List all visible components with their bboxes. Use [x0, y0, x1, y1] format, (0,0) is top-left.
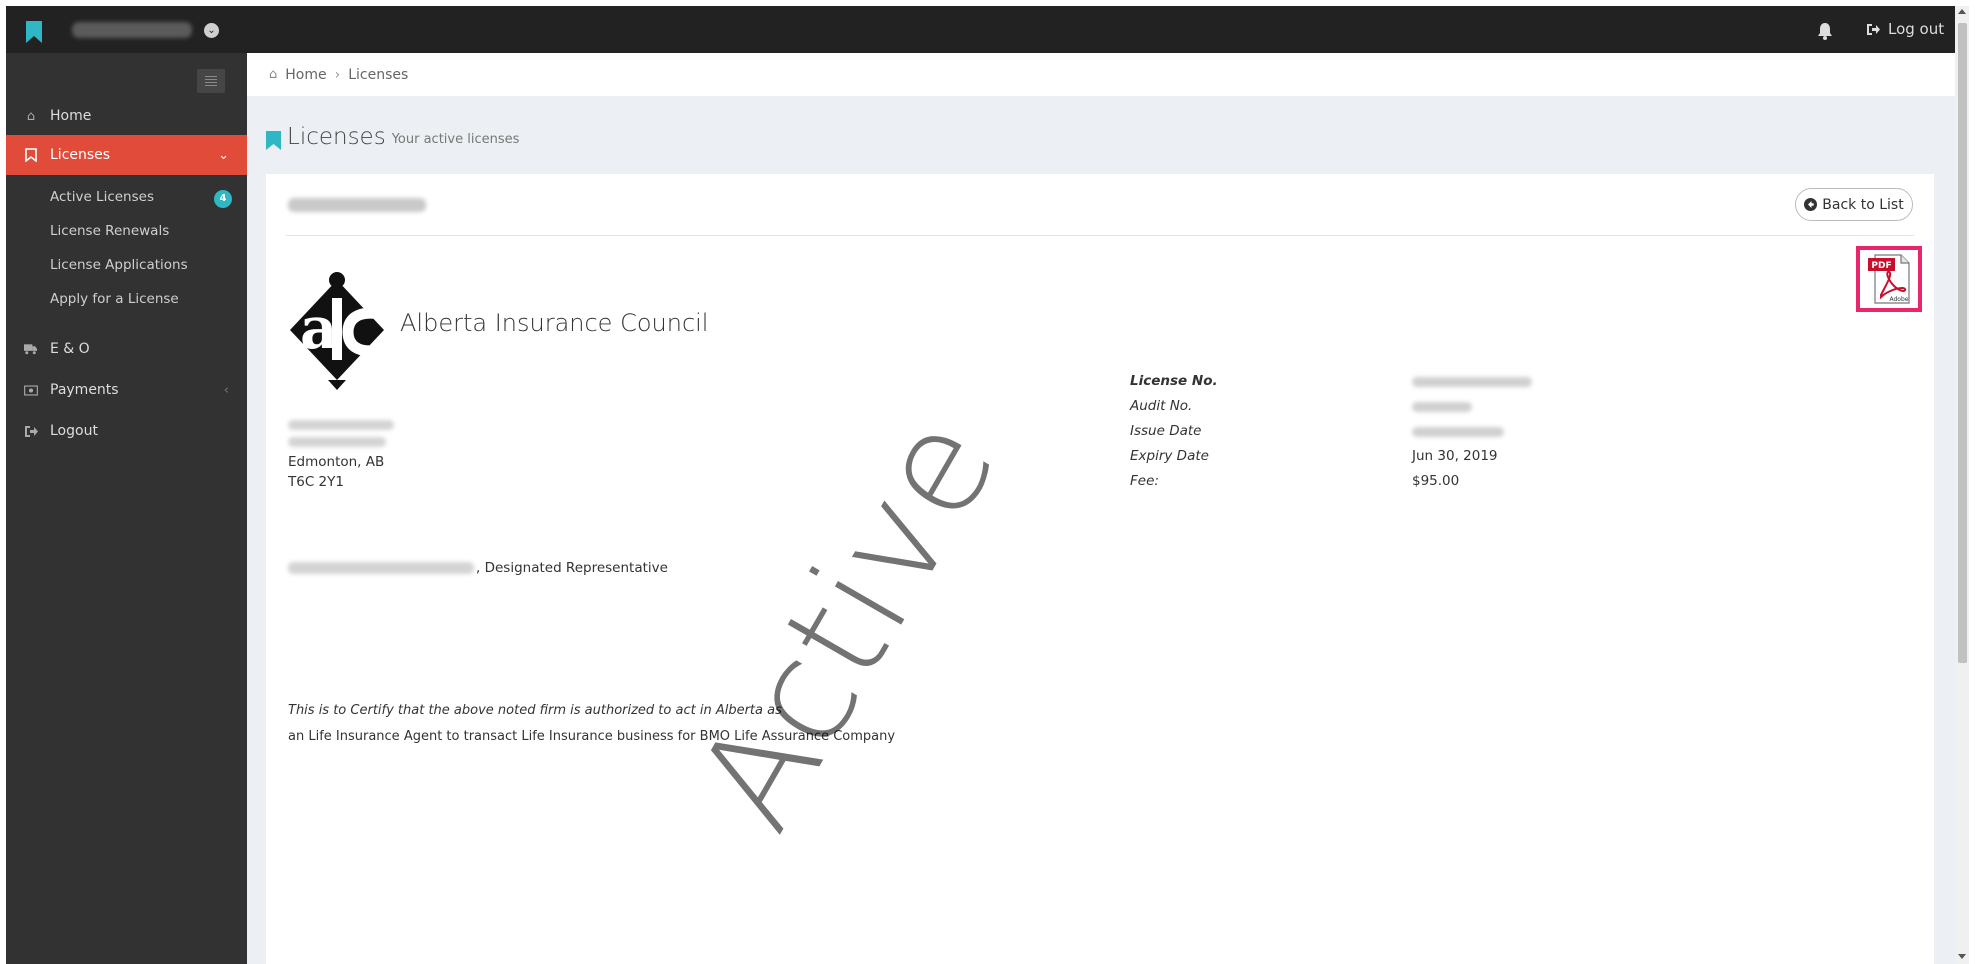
address-postal-code: T6C 2Y1 — [288, 474, 344, 490]
scrollbar-thumb[interactable] — [1958, 23, 1967, 663]
sidebar-item-logout[interactable]: Logout — [6, 411, 247, 451]
license-no-value-blurred — [1412, 377, 1532, 387]
bookmark-icon — [24, 148, 38, 162]
sidebar-item-payments[interactable]: Payments ‹ — [6, 370, 247, 410]
bell-icon[interactable] — [1816, 22, 1834, 40]
download-pdf-button[interactable]: PDF Adobe — [1856, 246, 1922, 312]
aic-logo-icon: a — [290, 272, 384, 390]
sidebar-item-label: Licenses — [50, 147, 111, 163]
adobe-label: Adobe — [1890, 296, 1909, 303]
sidebar-subitem-label: Apply for a License — [50, 291, 179, 307]
page-title: Licenses — [287, 124, 386, 150]
issue-date-label: Issue Date — [1130, 423, 1202, 439]
audit-no-label: Audit No. — [1130, 398, 1193, 414]
sidebar-subitem-label: License Applications — [50, 257, 188, 273]
sidebar-subitem-license-renewals[interactable]: License Renewals — [50, 223, 169, 239]
fee-label: Fee: — [1130, 473, 1159, 489]
license-no-label: License No. — [1130, 373, 1218, 389]
arrow-circle-left-icon — [1804, 198, 1818, 211]
license-panel: Back to List PDF Adobe a Alberta Insuran… — [266, 174, 1934, 964]
sidebar-subitem-label: Active Licenses — [50, 189, 154, 205]
top-navbar: ⌄ Log out — [6, 6, 1955, 53]
expiry-date-value: Jun 30, 2019 — [1412, 448, 1498, 464]
svg-text:a: a — [300, 294, 338, 362]
sidebar-item-e-and-o[interactable]: E & O — [6, 329, 247, 369]
money-icon — [24, 383, 38, 397]
chevron-down-icon[interactable]: ⌄ — [204, 23, 219, 38]
breadcrumb-separator: › — [334, 66, 341, 83]
truck-icon — [24, 342, 38, 356]
chevron-left-icon: ‹ — [223, 382, 229, 398]
main-content: ⌂ Home › Licenses Licenses Your active l… — [247, 53, 1955, 964]
breadcrumb: ⌂ Home › Licenses — [247, 53, 1955, 96]
home-icon: ⌂ — [26, 108, 36, 124]
breadcrumb-current: Licenses — [348, 66, 409, 83]
sidebar-item-label: E & O — [50, 341, 90, 357]
sidebar-subitem-license-applications[interactable]: License Applications — [50, 257, 188, 273]
panel-divider — [286, 235, 1914, 236]
bookmark-icon — [266, 131, 281, 150]
fee-value: $95.00 — [1412, 473, 1460, 489]
sidebar-subitem-apply-for-license[interactable]: Apply for a License — [50, 291, 179, 307]
sidebar-toggle-button[interactable] — [197, 69, 225, 93]
pdf-file-icon: PDF Adobe — [1868, 254, 1910, 304]
sidebar-item-licenses[interactable]: Licenses ⌄ — [6, 135, 247, 175]
expiry-date-label: Expiry Date — [1130, 448, 1209, 464]
sidebar-item-home[interactable]: ⌂ Home — [6, 96, 247, 136]
sidebar-item-label: Home — [50, 108, 92, 124]
representative-role: , Designated Representative — [476, 560, 668, 576]
logout-label: Log out — [1888, 20, 1945, 38]
bookmark-logo-icon[interactable] — [25, 21, 43, 43]
license-number-heading-blurred — [288, 198, 426, 212]
sidebar-item-label: Payments — [50, 382, 119, 398]
vertical-scrollbar[interactable] — [1955, 6, 1969, 964]
page-heading: Licenses Your active licenses — [266, 124, 519, 150]
scroll-up-arrow-icon[interactable] — [1958, 9, 1966, 14]
issue-date-value-blurred — [1412, 427, 1504, 437]
logout-link[interactable]: Log out — [1866, 20, 1944, 38]
representative-name-blurred — [288, 562, 474, 574]
active-watermark: Active — [666, 388, 1030, 856]
breadcrumb-home-link[interactable]: Home — [285, 67, 326, 83]
back-to-list-button[interactable]: Back to List — [1795, 188, 1913, 221]
company-name-blurred[interactable] — [72, 22, 192, 38]
home-icon: ⌂ — [269, 67, 278, 82]
sign-out-icon — [1867, 23, 1880, 35]
sidebar-subitem-label: License Renewals — [50, 223, 170, 239]
sidebar-item-label: Logout — [50, 423, 98, 439]
audit-no-value-blurred — [1412, 402, 1472, 412]
address-line-blurred — [288, 420, 394, 430]
organization-name: Alberta Insurance Council — [400, 309, 709, 337]
page-subtitle: Your active licenses — [391, 132, 520, 147]
address-city: Edmonton, AB — [288, 454, 385, 470]
back-to-list-label: Back to List — [1822, 196, 1904, 213]
chevron-down-icon: ⌄ — [218, 147, 229, 163]
sign-out-icon — [24, 424, 38, 438]
active-licenses-count-badge: 4 — [214, 190, 232, 208]
address-line-blurred — [288, 437, 386, 447]
sidebar: ⌂ Home Licenses ⌄ Active Licenses 4 Lice… — [6, 53, 247, 964]
sidebar-subitem-active-licenses[interactable]: Active Licenses — [50, 189, 154, 205]
scroll-down-arrow-icon[interactable] — [1958, 954, 1966, 959]
designated-representative: , Designated Representative — [288, 560, 668, 576]
pdf-label: PDF — [1871, 261, 1891, 271]
